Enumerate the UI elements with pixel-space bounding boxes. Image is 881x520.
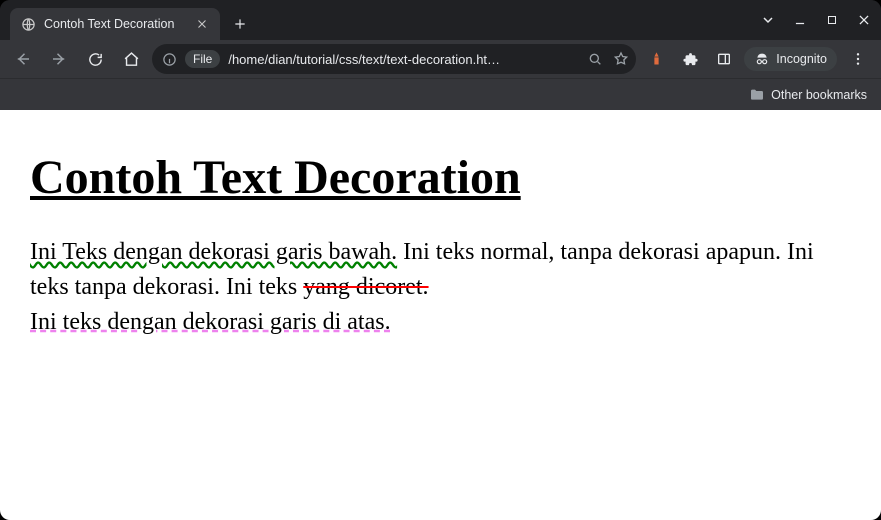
bookmarks-bar: Other bookmarks [0,78,881,110]
side-panel-icon[interactable] [710,45,738,73]
text-underline-wavy: Ini Teks dengan dekorasi garis bawah. [30,239,397,265]
text-strikethrough: yang dicoret. [303,274,428,300]
browser-window: Contoh Text Decoration [0,0,881,520]
minimize-button[interactable] [791,11,809,29]
folder-icon [749,87,765,103]
maximize-button[interactable] [823,11,841,29]
window-controls [759,0,873,40]
info-icon[interactable] [162,52,177,67]
back-button[interactable] [8,44,38,74]
chevron-down-icon[interactable] [759,11,777,29]
extension-icon-1[interactable] [642,45,670,73]
zoom-icon[interactable] [586,50,604,68]
url-scheme-label: File [185,50,220,68]
new-tab-button[interactable] [226,10,254,38]
incognito-label: Incognito [776,52,827,66]
incognito-badge[interactable]: Incognito [744,47,837,71]
page-viewport[interactable]: Contoh Text Decoration Ini Teks dengan d… [0,110,881,520]
toolbar: File /home/dian/tutorial/css/text/text-d… [0,40,881,78]
url-path: /home/dian/tutorial/css/text/text-decora… [228,52,578,67]
text-strike-prefix: Ini teks [220,274,303,300]
forward-button[interactable] [44,44,74,74]
incognito-icon [754,51,770,67]
globe-icon [20,16,36,32]
page-heading: Contoh Text Decoration [30,150,851,205]
tab-strip: Contoh Text Decoration [0,0,881,40]
close-tab-button[interactable] [194,16,210,32]
kebab-menu-button[interactable] [843,44,873,74]
close-window-button[interactable] [855,11,873,29]
extensions-puzzle-icon[interactable] [676,45,704,73]
home-button[interactable] [116,44,146,74]
address-bar[interactable]: File /home/dian/tutorial/css/text/text-d… [152,44,636,74]
bookmark-star-icon[interactable] [612,50,630,68]
bookmarks-folder-label[interactable]: Other bookmarks [771,88,867,102]
tab-active[interactable]: Contoh Text Decoration [10,8,220,40]
text-underline-dashed: Ini teks dengan dekorasi garis di atas. [30,309,391,335]
reload-button[interactable] [80,44,110,74]
page-paragraph: Ini Teks dengan dekorasi garis bawah. In… [30,235,851,339]
tab-title: Contoh Text Decoration [44,17,186,31]
text-normal-1: Ini teks normal, tanpa dekorasi apapun. [397,239,787,265]
